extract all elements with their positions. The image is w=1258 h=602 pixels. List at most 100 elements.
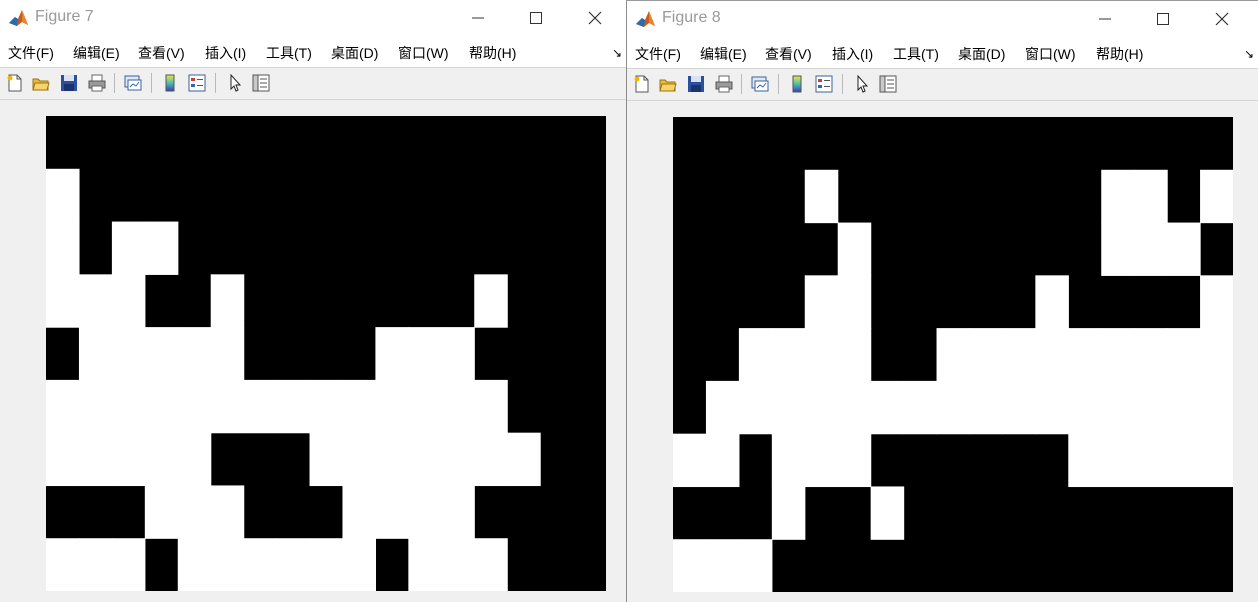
white-pixel [144, 379, 179, 434]
white-pixel [1002, 328, 1036, 382]
white-pixel [210, 379, 245, 434]
open-file-button[interactable] [657, 73, 679, 95]
insert-legend-button[interactable] [813, 73, 835, 95]
white-pixel [78, 538, 113, 591]
toolbar-separator [151, 73, 152, 93]
white-pixel [673, 433, 707, 488]
link-plot-button[interactable] [749, 73, 771, 95]
white-pixel [408, 538, 442, 591]
insert-colorbar-button[interactable] [159, 72, 181, 94]
white-pixel [1101, 328, 1135, 382]
matlab-logo-icon [635, 9, 656, 30]
save-button[interactable] [58, 72, 80, 94]
white-pixel [46, 379, 80, 434]
folder-open-icon [32, 78, 50, 91]
menu-edit[interactable]: 编辑(E) [73, 43, 120, 63]
white-pixel [342, 379, 377, 434]
maximize-button[interactable] [1134, 1, 1192, 38]
menu-help[interactable]: 帮助(H) [469, 43, 516, 63]
insert-legend-button[interactable] [186, 72, 208, 94]
edit-plot-button[interactable] [851, 73, 873, 95]
white-pixel [837, 433, 872, 488]
white-pixel [243, 538, 278, 591]
minimize-button[interactable] [449, 0, 507, 37]
menu-insert[interactable]: 插入(I) [205, 43, 246, 63]
white-pixel [969, 380, 1004, 435]
menu-window[interactable]: 窗口(W) [1025, 44, 1076, 64]
white-pixel [804, 433, 839, 488]
white-pixel [837, 328, 872, 382]
print-button[interactable] [713, 73, 735, 95]
white-pixel [936, 380, 971, 435]
white-pixel [375, 327, 409, 381]
title-bar[interactable]: Figure 8 [627, 1, 1258, 38]
menu-view[interactable]: 查看(V) [138, 43, 185, 63]
white-pixel [375, 485, 409, 539]
figure-window: Figure 7 文件(F) 编辑(E) 查看(V) 插入(I) 工具(T) 桌… [0, 0, 626, 602]
menu-view[interactable]: 查看(V) [765, 44, 812, 64]
print-button[interactable] [86, 72, 108, 94]
white-pixel [474, 432, 508, 487]
edit-plot-button[interactable] [224, 72, 246, 94]
menu-edit[interactable]: 编辑(E) [700, 44, 747, 64]
white-pixel [1068, 328, 1102, 382]
close-button[interactable] [566, 0, 624, 37]
insert-colorbar-button[interactable] [786, 73, 808, 95]
menu-tools[interactable]: 工具(T) [266, 43, 312, 63]
white-pixel [771, 328, 806, 382]
menu-overflow-arrow-icon[interactable]: ↘ [1244, 47, 1254, 61]
menu-desktop[interactable]: 桌面(D) [958, 44, 1005, 64]
new-figure-button[interactable] [4, 72, 26, 94]
minimize-button[interactable] [1076, 1, 1134, 38]
white-pixel [342, 432, 377, 487]
window-title: Figure 7 [35, 8, 94, 25]
white-pixel [144, 221, 179, 275]
binary-image-axes[interactable] [46, 116, 606, 591]
menu-bar: 文件(F) 编辑(E) 查看(V) 插入(I) 工具(T) 桌面(D) 窗口(W… [627, 38, 1258, 69]
white-pixel [738, 380, 773, 435]
toolbar-separator [215, 73, 216, 93]
menu-insert[interactable]: 插入(I) [832, 44, 873, 64]
maximize-button[interactable] [507, 0, 565, 37]
white-pixel [408, 379, 442, 434]
menu-tools[interactable]: 工具(T) [893, 44, 939, 64]
menu-file[interactable]: 文件(F) [8, 43, 54, 63]
close-icon [1215, 12, 1229, 26]
menu-file[interactable]: 文件(F) [635, 44, 681, 64]
new-file-icon [634, 75, 649, 93]
white-pixel [46, 274, 80, 328]
white-pixel [276, 379, 311, 434]
property-inspector-button[interactable] [877, 73, 899, 95]
new-figure-button[interactable] [631, 73, 653, 95]
matlab-logo-icon [8, 8, 29, 29]
white-pixel [771, 380, 806, 435]
white-pixel [210, 538, 245, 591]
save-button[interactable] [685, 73, 707, 95]
white-pixel [804, 275, 839, 329]
property-inspector-button[interactable] [250, 72, 272, 94]
white-pixel [936, 328, 971, 382]
toolbar-separator [114, 73, 115, 93]
open-file-button[interactable] [30, 72, 52, 94]
white-pixel [111, 538, 146, 591]
white-pixel [375, 432, 409, 487]
binary-image-axes[interactable] [673, 117, 1233, 592]
white-pixel [342, 485, 377, 539]
title-bar[interactable]: Figure 7 [0, 0, 626, 37]
white-pixel [1134, 222, 1168, 276]
menu-help[interactable]: 帮助(H) [1096, 44, 1143, 64]
white-pixel [111, 432, 146, 487]
white-pixel [1101, 169, 1135, 224]
white-pixel [46, 221, 80, 275]
menu-overflow-arrow-icon[interactable]: ↘ [612, 46, 622, 60]
white-pixel [804, 169, 839, 224]
menu-window[interactable]: 窗口(W) [398, 43, 449, 63]
close-button[interactable] [1193, 1, 1251, 38]
white-pixel [46, 432, 80, 487]
white-pixel [1167, 328, 1201, 382]
print-icon [715, 75, 733, 93]
figure-toolbar [627, 69, 1258, 101]
menu-desktop[interactable]: 桌面(D) [331, 43, 378, 63]
white-pixel [177, 485, 212, 539]
link-plot-button[interactable] [122, 72, 144, 94]
